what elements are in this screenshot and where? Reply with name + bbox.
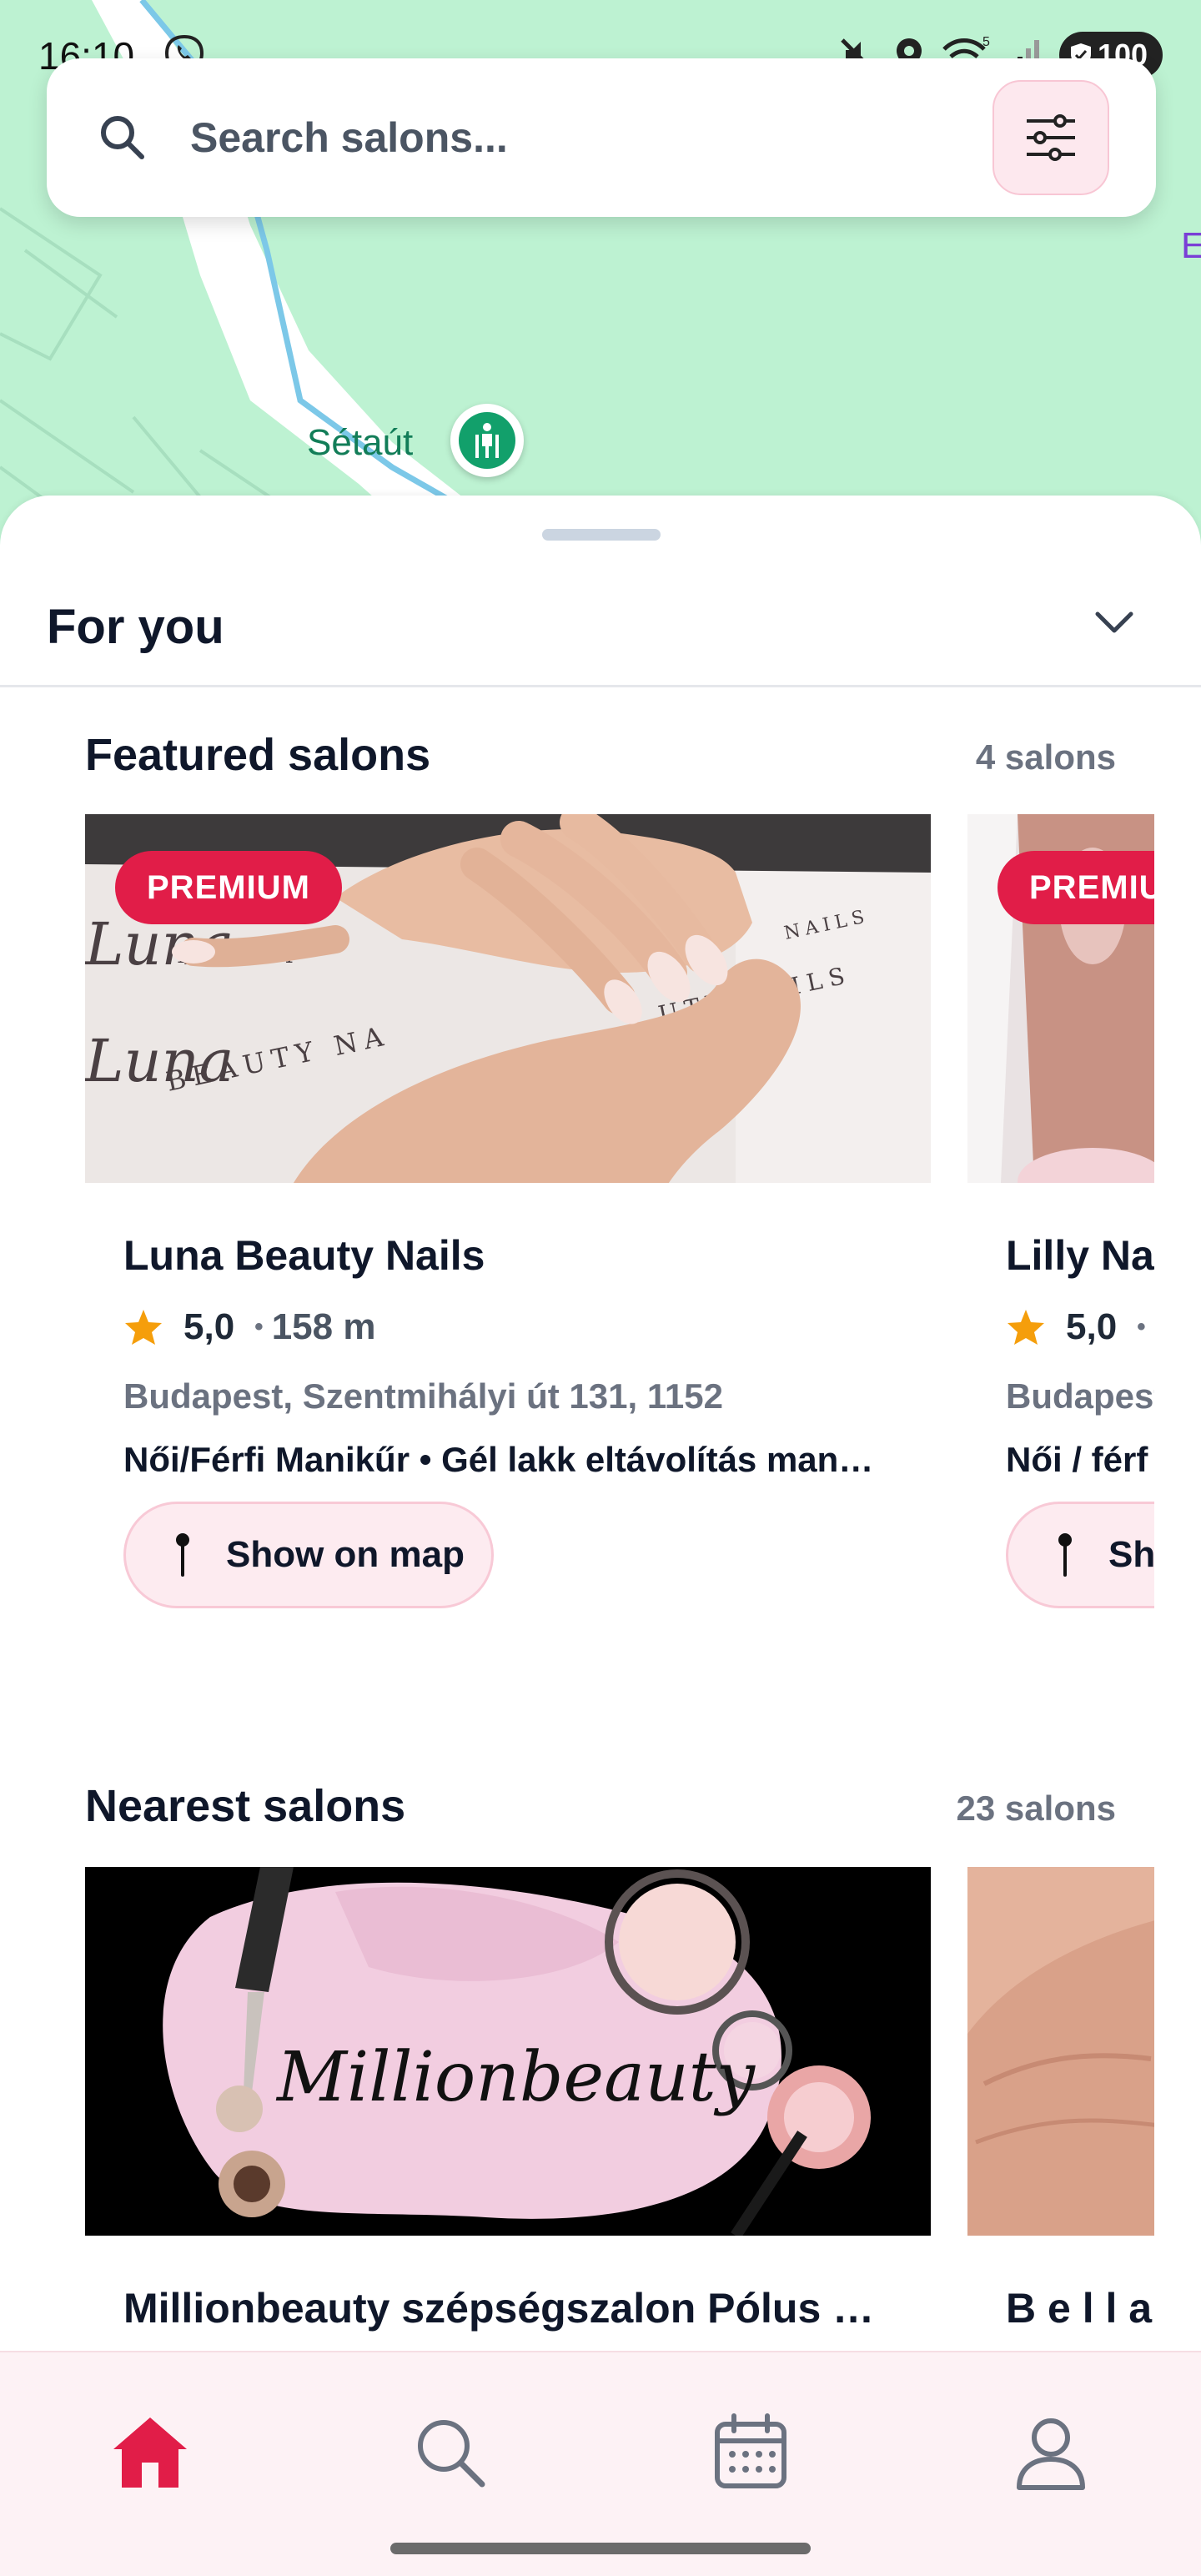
sliders-icon	[1027, 114, 1075, 161]
salon-distance: 158 m	[271, 1306, 376, 1347]
premium-badge: PREMIUM	[115, 851, 342, 924]
home-indicator[interactable]	[390, 2543, 811, 2554]
search-input[interactable]	[190, 104, 1008, 171]
nav-home[interactable]	[100, 2402, 200, 2503]
salon-image: Luna BEAUTY Luna BEAUTY NA UTY NAILS NAI…	[85, 814, 931, 1183]
pin-icon	[176, 1533, 189, 1577]
separator-dot: •	[254, 1313, 264, 1341]
wifi-superscript: 5	[982, 35, 990, 49]
premium-badge: PREMIU	[997, 851, 1154, 924]
show-on-map-button[interactable]: Sh	[1006, 1502, 1154, 1608]
featured-carousel[interactable]: Luna BEAUTY Luna BEAUTY NA UTY NAILS NAI…	[85, 814, 1154, 1648]
bottom-sheet: For you Featured salons 4 salons Luna BE…	[0, 496, 1201, 2576]
salon-image: PREMIU	[967, 814, 1154, 1183]
nearest-section-title: Nearest salons	[85, 1781, 406, 1831]
nav-profile[interactable]	[1001, 2402, 1101, 2503]
map-edge-label: E	[1181, 225, 1201, 266]
salon-rating-row: 5,0 • 158 m	[123, 1306, 375, 1348]
sheet-header[interactable]: For you	[0, 554, 1201, 687]
profile-icon	[1017, 2418, 1085, 2490]
chevron-down-icon[interactable]	[1091, 599, 1138, 646]
salon-address: Budapest	[1006, 1376, 1154, 1416]
featured-section-title: Featured salons	[85, 730, 431, 780]
salon-rating: 5,0	[183, 1306, 235, 1347]
nearest-section-count: 23 salons	[956, 1789, 1116, 1828]
salon-services: Női / férf	[1006, 1440, 1148, 1479]
pin-icon	[1058, 1533, 1072, 1577]
salon-name[interactable]: Lilly Na	[1006, 1231, 1154, 1280]
salon-address: Budapest, Szentmihályi út 131, 1152	[123, 1376, 723, 1416]
salon-name[interactable]: Luna Beauty Nails	[123, 1231, 907, 1280]
nav-bookings[interactable]	[701, 2402, 801, 2503]
salon-image: Millionbeauty	[85, 1867, 931, 2236]
map-poi-label: Sétaút	[307, 422, 414, 463]
show-on-map-label: Sh	[1108, 1534, 1154, 1575]
star-icon	[125, 1310, 162, 1345]
filter-button[interactable]	[992, 80, 1109, 195]
featured-section-count: 4 salons	[975, 737, 1116, 777]
hiker-icon	[475, 423, 499, 458]
star-icon	[1008, 1310, 1044, 1345]
nav-search[interactable]	[400, 2402, 500, 2503]
salon-image-text: Millionbeauty	[275, 2038, 756, 2117]
show-on-map-button[interactable]: Show on map	[123, 1502, 494, 1608]
salon-image	[967, 1867, 1154, 2236]
separator-dot: •	[1137, 1313, 1146, 1341]
map-poi-marker[interactable]	[450, 404, 524, 477]
salon-rating: 5,0	[1066, 1306, 1118, 1347]
sheet-drag-handle[interactable]	[542, 529, 661, 541]
salon-rating-row: 5,0 •	[1006, 1306, 1154, 1348]
salon-services: Női/Férfi Manikűr • Gél lakk eltávolítás…	[123, 1440, 874, 1479]
sheet-title: For you	[47, 600, 224, 654]
salon-name[interactable]: B e l l a	[1006, 2284, 1154, 2332]
search-bar	[47, 58, 1156, 217]
salon-name[interactable]: Millionbeauty szépségszalon Pólus …	[123, 2284, 907, 2332]
calendar-icon	[715, 2413, 786, 2488]
search-icon	[101, 116, 144, 159]
home-icon	[113, 2418, 187, 2488]
search-icon	[418, 2420, 485, 2488]
show-on-map-label: Show on map	[226, 1534, 465, 1575]
